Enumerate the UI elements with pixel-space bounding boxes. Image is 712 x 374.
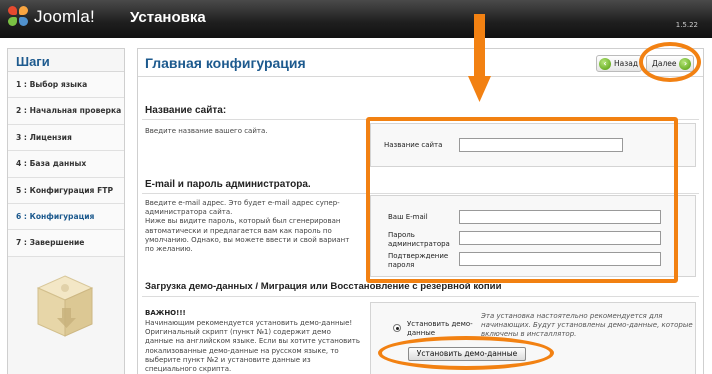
step-item-license[interactable]: 3 : Лицензия [8,124,124,152]
step-item-finish[interactable]: 7 : Завершение [8,230,124,257]
admin-heading: E-mail и пароль администратора. [145,179,311,190]
page-title: Установка [130,9,206,26]
divider [142,296,699,297]
joomla-logo-icon [8,6,30,28]
demo-description: Начинающим рекомендуется установить демо… [145,319,361,374]
step-item-language[interactable]: 1 : Выбор языка [8,72,124,99]
annotation-arrow [468,14,491,102]
step-item-ftp[interactable]: 5 : Конфигурация FTP [8,177,124,204]
annotation-ellipse-install [378,336,554,370]
annotation-ellipse-next [639,42,701,82]
site-name-description: Введите название вашего сайта. [145,127,268,135]
admin-description: Введите e-mail адрес. Это будет e-mail а… [145,199,350,254]
important-label: ВАЖНО!!! [145,309,186,317]
section-title: Главная конфигурация [145,55,306,71]
main-header: Главная конфигурация ‹ Назад Далее › [138,49,703,77]
steps-title: Шаги [8,49,124,72]
step-item-database[interactable]: 4 : База данных [8,151,124,178]
demo-note: Эта установка настоятельно рекомендуется… [481,312,693,338]
header-bar: Joomla! Установка 1.5.22 [0,0,712,38]
back-button[interactable]: ‹ Назад [596,55,642,72]
steps-sidebar: Шаги 1 : Выбор языка 2 : Начальная прове… [7,48,125,374]
arrow-left-icon: ‹ [599,57,611,70]
logo-text: Joomla! [34,7,95,26]
annotation-rect [366,117,678,283]
version-label: 1.5.22 [675,21,698,29]
install-box-icon [36,275,94,337]
joomla-logo: Joomla! [8,6,95,28]
step-item-configuration[interactable]: 6 : Конфигурация [8,203,124,231]
install-demo-radio-label: Установить демо-данные [407,320,473,337]
step-item-precheck[interactable]: 2 : Начальная проверка [8,98,124,125]
install-demo-radio[interactable] [393,324,401,332]
site-name-heading: Название сайта: [145,105,227,116]
